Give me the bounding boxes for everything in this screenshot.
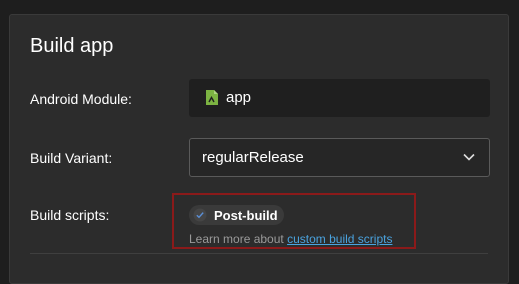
- android-module-label: Android Module:: [30, 91, 132, 107]
- panel-title: Build app: [30, 35, 114, 57]
- build-variant-select[interactable]: regularRelease: [189, 138, 490, 177]
- build-app-panel: Build app Android Module: app Build Vari…: [9, 14, 509, 284]
- android-module-field: app: [189, 79, 490, 117]
- build-variant-selected-value: regularRelease: [202, 149, 304, 166]
- checkmark-icon: [193, 208, 207, 222]
- post-build-chip[interactable]: Post-build: [189, 205, 284, 225]
- learn-more-row: Learn more about custom build scripts: [189, 232, 392, 246]
- build-scripts-label: Build scripts:: [30, 207, 110, 223]
- post-build-chip-label: Post-build: [214, 207, 278, 223]
- build-variant-label: Build Variant:: [30, 150, 113, 166]
- chevron-down-icon: [463, 153, 475, 161]
- section-divider: [30, 253, 488, 254]
- custom-build-scripts-link[interactable]: custom build scripts: [287, 232, 392, 246]
- android-app-icon: [206, 90, 218, 105]
- android-module-value: app: [226, 89, 252, 106]
- learn-more-text: Learn more about: [189, 232, 284, 246]
